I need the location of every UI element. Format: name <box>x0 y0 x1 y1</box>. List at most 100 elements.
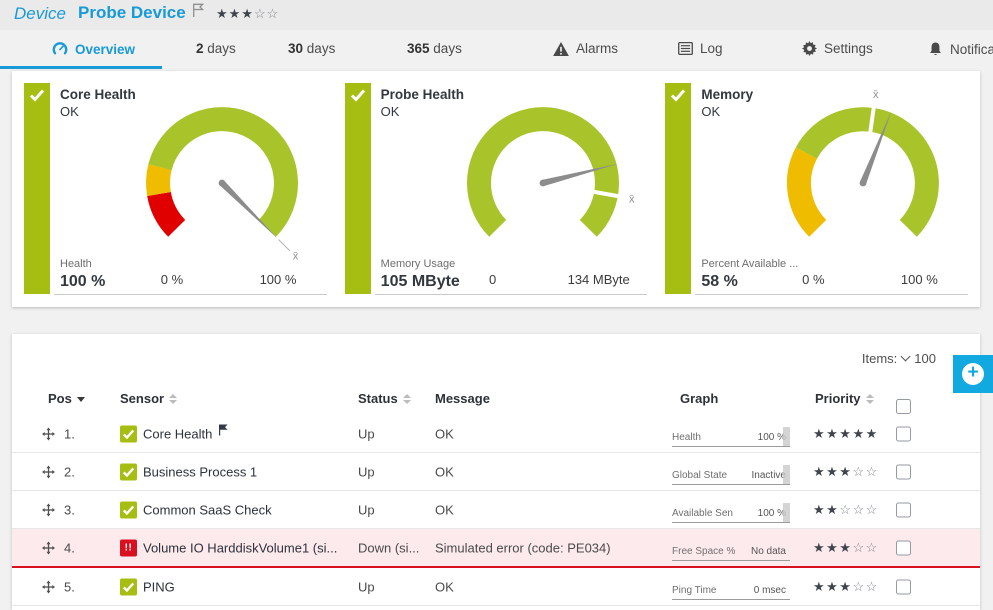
mini-graph[interactable]: Ping Time0 msec <box>672 574 790 600</box>
sensor-ok-icon <box>120 578 137 595</box>
column-header-priority[interactable]: Priority <box>815 391 874 406</box>
tab-log[interactable]: Log <box>678 41 723 56</box>
items-count-control[interactable]: Items: 100 <box>862 351 936 366</box>
sensor-row[interactable]: 3.Common SaaS CheckUpOKAvailable Sen100 … <box>12 491 980 529</box>
gauge-tile-memory[interactable]: Memory OK x̄ Percent Available ... 58 % … <box>665 83 970 295</box>
mini-graph[interactable]: Global StateInactive <box>672 459 790 485</box>
tab-settings[interactable]: Settings <box>802 41 873 56</box>
drag-handle-icon[interactable] <box>42 427 55 440</box>
gauge-metric-value: 100 % <box>60 273 105 291</box>
position-number: 5. <box>64 579 75 594</box>
sort-desc-icon <box>77 397 85 402</box>
graph-channel-value: No data <box>751 546 786 557</box>
sensor-row[interactable]: 2.Business Process 1UpOKGlobal StateInac… <box>12 453 980 491</box>
stars-filled: ★★★ <box>813 540 852 555</box>
drag-handle-icon[interactable] <box>42 503 55 516</box>
tab-30-days[interactable]: 30 days <box>288 41 335 56</box>
column-label: Priority <box>815 391 861 406</box>
sensor-name: Business Process 1 <box>143 463 257 480</box>
gauge-max-label: 100 % <box>236 272 320 287</box>
status-value: Down (si... <box>358 540 419 555</box>
tab-notifications[interactable]: Notifications <box>928 41 993 57</box>
stars-filled: ★★★ <box>216 6 254 21</box>
tab-2-days[interactable]: 2 days <box>196 41 236 56</box>
column-label: Sensor <box>120 391 164 406</box>
mini-graph[interactable]: Available Sen100 % <box>672 497 790 523</box>
gauge-tile-probe-health[interactable]: Probe Health OK x̄ Memory Usage 105 MByt… <box>345 83 650 295</box>
column-label: Status <box>358 391 398 406</box>
sensor-row[interactable]: 5.PINGUpOKPing Time0 msec★★★☆☆ <box>12 568 980 606</box>
tab-label: Overview <box>75 42 135 57</box>
sensor-name-cell[interactable]: PING <box>120 578 175 595</box>
row-checkbox[interactable] <box>896 540 911 555</box>
row-checkbox[interactable] <box>896 579 911 594</box>
priority-stars[interactable]: ★★☆☆☆ <box>813 502 879 518</box>
graph-channel-value: 0 msec <box>754 585 786 596</box>
drag-handle-icon[interactable] <box>42 465 55 478</box>
status-ok-bar <box>665 83 691 294</box>
priority-rating[interactable]: ★★★☆☆ <box>216 6 279 22</box>
sensor-name-cell[interactable]: Core Health <box>120 425 228 442</box>
drag-handle-icon[interactable] <box>42 580 55 593</box>
sensor-name-cell[interactable]: !!Volume IO HarddiskVolume1 (si... <box>120 539 337 556</box>
add-object-button[interactable]: + <box>953 355 993 393</box>
items-label: Items: <box>862 351 897 366</box>
select-all-checkbox[interactable] <box>896 399 911 414</box>
status-ok-bar <box>345 83 371 294</box>
graph-channel-value: 100 % <box>758 508 786 519</box>
gauge-status: OK <box>381 104 400 119</box>
gauges-panel: Core Health OK x̄ Health 100 % 0 % 100 %… <box>12 71 980 307</box>
priority-stars[interactable]: ★★★☆☆ <box>813 464 879 480</box>
tab-alarms[interactable]: Alarms <box>553 41 618 56</box>
tab-overview[interactable]: Overview <box>52 41 135 57</box>
gauge-icon <box>52 41 68 57</box>
chevron-down-icon <box>901 352 911 362</box>
tab-label: days <box>433 41 462 56</box>
sensor-name: Volume IO HarddiskVolume1 (si... <box>143 539 337 556</box>
tab-label: Settings <box>824 41 873 56</box>
stars-empty: ☆☆ <box>852 540 878 555</box>
position-number: 1. <box>64 426 75 441</box>
row-checkbox[interactable] <box>896 464 911 479</box>
sensor-ok-icon <box>120 425 137 442</box>
mini-graph[interactable]: Health100 % <box>672 421 790 447</box>
warning-icon <box>553 42 569 56</box>
mini-graph[interactable]: Free Space % No data <box>672 535 790 561</box>
tab-label: days <box>207 41 236 56</box>
page-title[interactable]: Probe Device <box>78 3 186 23</box>
sensor-name-cell[interactable]: Business Process 1 <box>120 463 257 480</box>
priority-stars[interactable]: ★★★☆☆ <box>813 540 879 556</box>
column-header-sensor[interactable]: Sensor <box>120 391 177 406</box>
gauge-tile-core-health[interactable]: Core Health OK x̄ Health 100 % 0 % 100 % <box>24 83 329 295</box>
sensor-ok-icon <box>120 501 137 518</box>
graph-channel-label: Global State <box>672 470 727 481</box>
row-checkbox[interactable] <box>896 502 911 517</box>
tab-label: Alarms <box>576 41 618 56</box>
stars-empty: ☆☆ <box>852 579 878 594</box>
row-checkbox[interactable] <box>896 426 911 441</box>
status-value: Up <box>358 579 375 594</box>
priority-stars[interactable]: ★★★★★ <box>813 426 879 442</box>
column-header-status[interactable]: Status <box>358 391 411 406</box>
stars-empty: ☆☆☆ <box>839 502 878 517</box>
priority-stars[interactable]: ★★★☆☆ <box>813 579 879 595</box>
gear-icon <box>802 41 817 56</box>
flag-outline-icon[interactable] <box>192 3 204 23</box>
column-header-pos[interactable]: Pos <box>48 391 85 406</box>
graph-channel-label: Free Space % <box>672 546 735 557</box>
sort-icon <box>866 394 874 404</box>
log-icon <box>678 42 693 55</box>
sensor-row[interactable]: 4.!!Volume IO HarddiskVolume1 (si...Down… <box>12 529 980 568</box>
sensor-name-cell[interactable]: Common SaaS Check <box>120 501 272 518</box>
position-number: 3. <box>64 502 75 517</box>
svg-text:x̄: x̄ <box>293 251 299 262</box>
column-label: Graph <box>680 391 718 406</box>
tab-label: Notifications <box>950 42 993 57</box>
stars-empty: ☆☆ <box>254 6 279 21</box>
sensor-row[interactable]: 1.Core HealthUpOKHealth100 %★★★★★ <box>12 415 980 453</box>
gauge-max-label: 134 MByte <box>557 272 641 287</box>
gauge-metric-label: Memory Usage <box>381 258 456 270</box>
drag-handle-icon[interactable] <box>42 541 55 554</box>
tab-365-days[interactable]: 365 days <box>407 41 462 56</box>
gauge-dial: x̄ <box>439 89 651 261</box>
